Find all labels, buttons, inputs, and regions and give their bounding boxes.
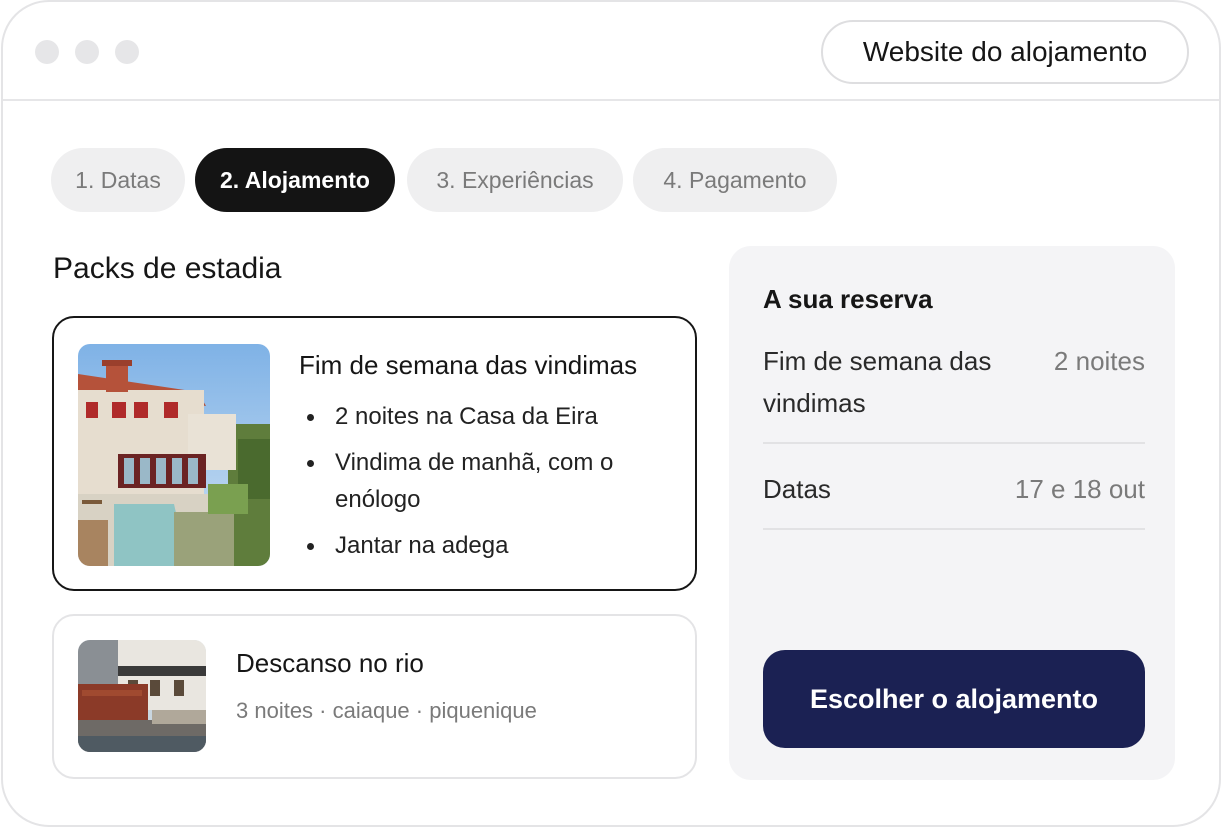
- choose-accommodation-button[interactable]: Escolher o alojamento: [763, 650, 1145, 748]
- section-title: Packs de estadia: [53, 252, 282, 285]
- list-item: Jantar na adega: [299, 527, 679, 564]
- summary-row-pack: Fim de semana das vindimas 2 noites: [763, 340, 1145, 444]
- tab-experiencias[interactable]: 3. Experiências: [407, 148, 623, 212]
- window-dot-icon: [115, 40, 139, 64]
- summary-row-value: 17 e 18 out: [1014, 474, 1145, 504]
- pack-features-list: 2 noites na Casa da Eira Vindima de manh…: [299, 398, 679, 573]
- summary-row-dates: Datas 17 e 18 out: [763, 444, 1145, 530]
- pack-card[interactable]: Descanso no rio 3 noites · caiaque · piq…: [52, 614, 697, 779]
- tab-alojamento[interactable]: 2. Alojamento: [195, 148, 395, 212]
- list-item: 2 noites na Casa da Eira: [299, 398, 679, 435]
- tab-pagamento[interactable]: 4. Pagamento: [633, 148, 837, 212]
- summary-heading: A sua reserva: [763, 284, 933, 314]
- browser-window: Website do alojamento 1. Datas 2. Alojam…: [1, 0, 1221, 827]
- booking-summary-panel: A sua reserva Fim de semana das vindimas…: [729, 246, 1175, 780]
- list-item: Vindima de manhã, com o enólogo: [299, 444, 679, 518]
- summary-row-value: 2 noites: [1053, 346, 1145, 376]
- window-titlebar: Website do alojamento: [3, 2, 1219, 101]
- river-house-photo: [78, 640, 206, 752]
- pack-name: Descanso no rio: [236, 648, 424, 678]
- summary-row-label: Datas: [763, 474, 831, 504]
- pack-name: Fim de semana das vindimas: [299, 350, 638, 380]
- window-dot-icon: [35, 40, 59, 64]
- pack-card-selected[interactable]: Fim de semana das vindimas 2 noites na C…: [52, 316, 697, 591]
- tab-datas[interactable]: 1. Datas: [51, 148, 185, 212]
- window-dot-icon: [75, 40, 99, 64]
- summary-row-label: Fim de semana das vindimas: [763, 346, 992, 418]
- website-button[interactable]: Website do alojamento: [821, 20, 1189, 84]
- pack-meta: 3 noites · caiaque · piquenique: [236, 698, 537, 723]
- house-photo: [78, 344, 270, 566]
